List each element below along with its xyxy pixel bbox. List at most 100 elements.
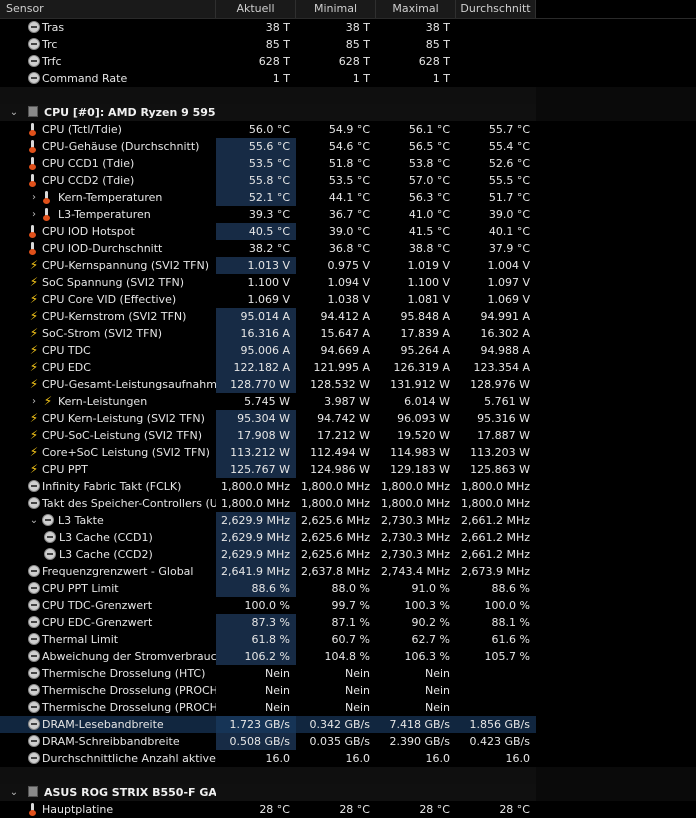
table-row[interactable]: Thermal Limit 61.8 % 60.7 % 62.7 % 61.6 % [0, 631, 696, 648]
table-row[interactable]: CPU TDC-Grenzwert 100.0 % 99.7 % 100.3 % 100… [0, 597, 696, 614]
clock-icon [44, 531, 56, 543]
value-avg: 128.976 W [456, 376, 536, 393]
table-row[interactable]: Takt des Speicher-Controllers (U... 1,800… [0, 495, 696, 512]
sensor-label: SoC Spannung (SVI2 TFN) [42, 276, 185, 289]
chevron-down-icon[interactable]: ⌄ [8, 784, 20, 801]
value-avg: 0.423 GB/s [456, 733, 536, 750]
table-row[interactable]: Infinity Fabric Takt (FCLK) 1,800.0 MHz 1,… [0, 478, 696, 495]
table-row[interactable]: L3 Cache (CCD2) 2,629.9 MHz 2,625.6 MHz 2,7… [0, 546, 696, 563]
lightning-icon: ⚡ [29, 445, 39, 459]
table-row[interactable]: ⚡ CPU-SoC-Leistung (SVI2 TFN) 17.908 W 17.2… [0, 427, 696, 444]
value-avg [456, 36, 536, 53]
table-row[interactable]: › ⚡ Kern-Leistungen 5.745 W 3.987 W 6.014 W 5.… [0, 393, 696, 410]
value-max: Nein [376, 682, 456, 699]
sensor-label: CPU-Kernstrom (SVI2 TFN) [42, 310, 187, 323]
sensor-label: Command Rate [42, 72, 128, 85]
sensor-label: Takt des Speicher-Controllers (U... [42, 497, 216, 510]
table-row[interactable]: ⌄ L3 Takte 2,629.9 MHz 2,625.6 MHz 2,730.3 M… [0, 512, 696, 529]
row-filler [536, 155, 696, 172]
table-row[interactable]: ⚡ CPU TDC 95.006 A 94.669 A 95.264 A 94.988 A [0, 342, 696, 359]
table-row[interactable]: CPU (Tctl/Tdie) 56.0 °C 54.9 °C 56.1 °C 55.7… [0, 121, 696, 138]
table-row[interactable]: ⚡ SoC-Strom (SVI2 TFN) 16.316 A 15.647 A 17.… [0, 325, 696, 342]
table-row[interactable]: › Kern-Temperaturen 52.1 °C 44.1 °C 56.3 °C 5… [0, 189, 696, 206]
table-row[interactable]: CPU PPT Limit 88.6 % 88.0 % 91.0 % 88.6 % [0, 580, 696, 597]
chevron-down-icon[interactable]: ⌄ [28, 512, 40, 529]
value-cur: 100.0 % [216, 597, 296, 614]
sensor-name-cell: ⚡ CPU-Kernspannung (SVI2 TFN) [0, 257, 216, 274]
column-current[interactable]: Aktuell [216, 0, 296, 18]
table-row[interactable]: CPU CCD2 (Tdie) 55.8 °C 53.5 °C 57.0 °C 55.5… [0, 172, 696, 189]
row-filler [536, 529, 696, 546]
table-row[interactable]: Frequenzgrenzwert - Global 2,641.9 MHz 2,6… [0, 563, 696, 580]
table-row[interactable]: ⚡ CPU-Gesamt-Leistungsaufnahme 128.770 W 12… [0, 376, 696, 393]
chevron-right-icon[interactable]: › [28, 393, 40, 410]
column-average[interactable]: Durchschnitt [456, 0, 536, 18]
table-row[interactable]: CPU-Gehäuse (Durchschnitt) 55.6 °C 54.6 °C… [0, 138, 696, 155]
table-row[interactable]: ⚡ CPU Core VID (Effective) 1.069 V 1.038 V1… [0, 291, 696, 308]
table-row[interactable]: Trc 85 T 85 T 85 T [0, 36, 696, 53]
lightning-icon: ⚡ [29, 428, 39, 442]
value-max: 85 T [376, 36, 456, 53]
value-cur: 95.006 A [216, 342, 296, 359]
table-row[interactable]: ⚡ CPU EDC 122.182 A 121.995 A 126.319 A 123.3… [0, 359, 696, 376]
table-row[interactable]: Trfc 628 T 628 T 628 T [0, 53, 696, 70]
table-row[interactable]: Thermische Drosselung (PROCH... Nein Nein N… [0, 699, 696, 716]
chevron-down-icon[interactable]: ⌄ [8, 104, 20, 121]
table-row[interactable]: CPU IOD-Durchschnitt 38.2 °C 36.8 °C 38.8 °… [0, 240, 696, 257]
value-min: 16.0 [296, 750, 376, 767]
header-filler [536, 0, 696, 18]
table-row[interactable]: Thermische Drosselung (PROCH... Nein Nein N… [0, 682, 696, 699]
table-row[interactable]: ⚡ CPU-Kernspannung (SVI2 TFN) 1.013 V 0.975… [0, 257, 696, 274]
clock-icon [28, 55, 40, 67]
sensor-label: Core+SoC Leistung (SVI2 TFN) [42, 446, 210, 459]
value-cur: 40.5 °C [216, 223, 296, 240]
value-cur: 106.2 % [216, 648, 296, 665]
lightning-icon: ⚡ [29, 292, 39, 306]
chevron-right-icon[interactable]: › [28, 189, 40, 206]
table-row[interactable]: ⚡ CPU-Kernstrom (SVI2 TFN) 95.014 A 94.412 … [0, 308, 696, 325]
table-row[interactable]: Durchschnittliche Anzahl aktiver ... 16.0… [0, 750, 696, 767]
table-row[interactable]: L3 Cache (CCD1) 2,629.9 MHz 2,625.6 MHz 2,7… [0, 529, 696, 546]
table-row[interactable]: Abweichung der Stromverbrauch... 106.2 % 1… [0, 648, 696, 665]
row-filler [536, 172, 696, 189]
value-min: 85 T [296, 36, 376, 53]
group-row[interactable]: ⌄ CPU [#0]: AMD Ryzen 9 5950X: Enhanced [0, 104, 696, 121]
table-row[interactable]: CPU CCD1 (Tdie) 53.5 °C 51.8 °C 53.8 °C 52.6… [0, 155, 696, 172]
sensor-name-cell: Infinity Fabric Takt (FCLK) [0, 478, 216, 495]
value-avg: 88.6 % [456, 580, 536, 597]
table-row[interactable]: DRAM-Lesebandbreite 1.723 GB/s 0.342 GB/s 7… [0, 716, 696, 733]
table-row[interactable]: CPU EDC-Grenzwert 87.3 % 87.1 % 90.2 % 88.1 … [0, 614, 696, 631]
value-avg: 55.7 °C [456, 121, 536, 138]
group-row[interactable]: ⌄ ASUS ROG STRIX B550-F GAMING (Nuvoton N… [0, 784, 696, 801]
table-row[interactable]: ⚡ CPU Kern-Leistung (SVI2 TFN) 95.304 W 94.… [0, 410, 696, 427]
table-row[interactable]: Tras 38 T 38 T 38 T [0, 19, 696, 36]
table-row[interactable]: ⚡ CPU PPT 125.767 W 124.986 W 129.183 W 125.8… [0, 461, 696, 478]
row-filler [536, 257, 696, 274]
sensor-label: CPU-Gesamt-Leistungsaufnahme [42, 378, 216, 391]
table-row[interactable]: Command Rate 1 T1 T1 T [0, 70, 696, 87]
column-sensor[interactable]: Sensor [0, 0, 216, 18]
value-max: 114.983 W [376, 444, 456, 461]
row-filler [536, 376, 696, 393]
table-row[interactable]: › L3-Temperaturen 39.3 °C 36.7 °C 41.0 °C 39.… [0, 206, 696, 223]
value-min: 0.975 V [296, 257, 376, 274]
value-avg: 2,661.2 MHz [456, 529, 536, 546]
table-row[interactable]: Thermische Drosselung (HTC) Nein Nein Nein [0, 665, 696, 682]
table-row[interactable]: ⚡ SoC Spannung (SVI2 TFN) 1.100 V 1.094 V 1.… [0, 274, 696, 291]
sensor-name-cell: ⚡ CPU Core VID (Effective) [0, 291, 216, 308]
clock-icon [28, 684, 40, 696]
table-row[interactable]: Hauptplatine 28 °C 28 °C 28 °C 28 °C [0, 801, 696, 818]
column-min[interactable]: Minimal [296, 0, 376, 18]
table-row[interactable]: ⚡ Core+SoC Leistung (SVI2 TFN) 113.212 W 11… [0, 444, 696, 461]
sensor-name-cell: CPU (Tctl/Tdie) [0, 121, 216, 138]
sensor-label: Kern-Leistungen [58, 395, 148, 408]
table-row[interactable]: DRAM-Schreibbandbreite 0.508 GB/s 0.035 GB… [0, 733, 696, 750]
sensor-name-cell: ⚡ Core+SoC Leistung (SVI2 TFN) [0, 444, 216, 461]
sensor-name-cell: DRAM-Lesebandbreite [0, 716, 216, 733]
value-avg [456, 70, 536, 87]
table-row[interactable]: CPU IOD Hotspot 40.5 °C 39.0 °C 41.5 °C 40.1… [0, 223, 696, 240]
chevron-right-icon[interactable]: › [28, 206, 40, 223]
column-max[interactable]: Maximal [376, 0, 456, 18]
value-avg: 94.991 A [456, 308, 536, 325]
sensor-label: L3-Temperaturen [58, 208, 151, 221]
